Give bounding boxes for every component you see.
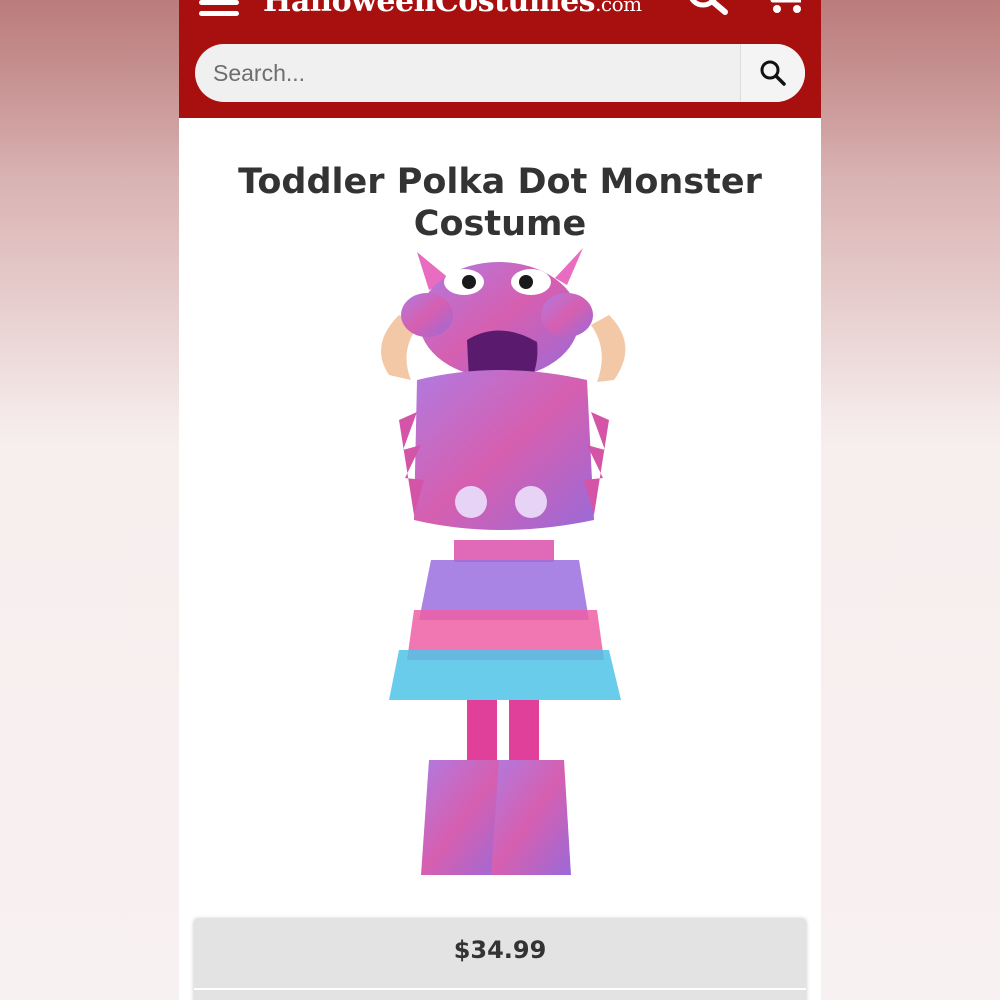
menu-icon[interactable] (199, 0, 243, 16)
product-price: $34.99 (453, 936, 547, 964)
logo-text: HalloweenCostumes (263, 0, 596, 19)
search-button[interactable] (741, 44, 805, 102)
product-title: Toddler Polka Dot Monster Costume (238, 162, 762, 245)
search-bar (195, 44, 805, 102)
cart-icon[interactable] (759, 0, 807, 20)
site-header: HalloweenCostumes.com (179, 0, 821, 118)
logo-tld: .com (595, 0, 642, 16)
search-input[interactable] (195, 44, 735, 102)
background-right (820, 0, 1000, 1000)
price-panel: $34.99 (194, 918, 806, 1000)
background-left (0, 0, 180, 1000)
price-divider (194, 988, 806, 990)
product-image[interactable] (359, 240, 649, 885)
site-logo[interactable]: HalloweenCostumes.com (263, 0, 683, 19)
search-icon[interactable] (685, 0, 731, 20)
magnifier-icon (760, 60, 786, 86)
phone-screen: HalloweenCostumes.com Search... Toddler … (179, 0, 821, 1000)
